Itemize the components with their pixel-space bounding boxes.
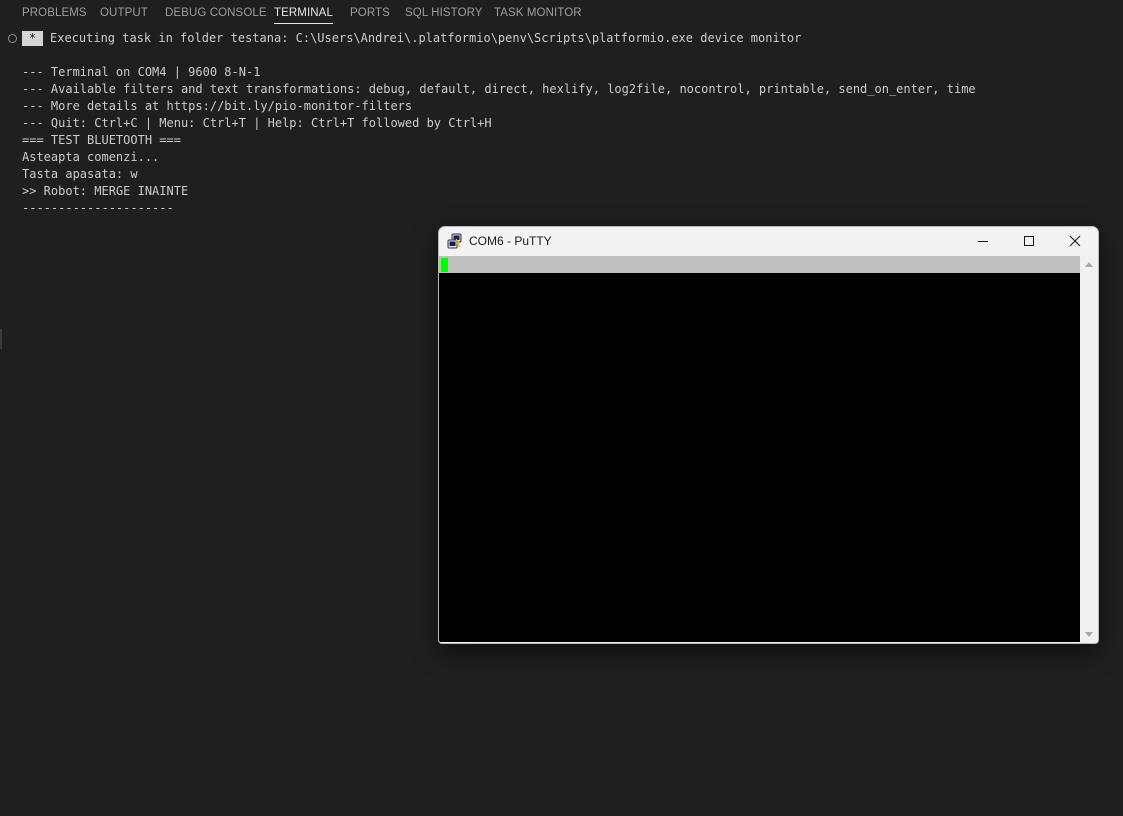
terminal-line: ---------------------	[22, 201, 174, 215]
task-exec-line: * Executing task in folder testana: C:\Us…	[22, 30, 1112, 47]
terminal-line: Asteapta comenzi...	[22, 150, 160, 164]
putty-titlebar[interactable]: COM6 - PuTTY	[439, 227, 1098, 256]
terminal-line: >> Robot: MERGE INAINTE	[22, 184, 189, 198]
scroll-down-icon[interactable]	[1085, 632, 1093, 637]
minimize-icon	[978, 241, 988, 242]
terminal-output[interactable]: * Executing task in folder testana: C:\Us…	[22, 30, 1112, 217]
task-exec-text: Executing task in folder testana: C:\Use…	[50, 31, 802, 45]
task-badge: *	[22, 31, 43, 46]
sash-handle[interactable]	[0, 329, 2, 349]
tab-debug-console[interactable]: DEBUG CONSOLE	[165, 7, 267, 19]
tab-problems[interactable]: PROBLEMS	[22, 7, 87, 19]
status-line	[439, 256, 1080, 273]
minimize-button[interactable]	[960, 227, 1006, 256]
tab-output[interactable]: OUTPUT	[100, 7, 148, 19]
window-title: COM6 - PuTTY	[469, 234, 552, 248]
putty-icon	[447, 233, 462, 249]
terminal-line: === TEST BLUETOOTH ===	[22, 133, 181, 147]
panel-tab-bar: PROBLEMS OUTPUT DEBUG CONSOLE TERMINAL P…	[0, 0, 1123, 28]
tab-sql-history[interactable]: SQL HISTORY	[405, 7, 483, 19]
terminal-line: --- Terminal on COM4 | 9600 8-N-1	[22, 65, 261, 79]
putty-window[interactable]: COM6 - PuTTY	[438, 226, 1099, 644]
terminal-line: --- Quit: Ctrl+C | Menu: Ctrl+T | Help: …	[22, 116, 492, 130]
terminal-line: --- Available filters and text transform…	[22, 82, 976, 96]
putty-terminal-screen[interactable]	[439, 256, 1080, 642]
tab-terminal[interactable]: TERMINAL	[274, 7, 333, 24]
tab-task-monitor[interactable]: TASK MONITOR	[494, 7, 582, 19]
maximize-button[interactable]	[1006, 227, 1052, 256]
terminal-line: --- More details at https://bit.ly/pio-m…	[22, 99, 413, 113]
scroll-up-icon[interactable]	[1085, 262, 1093, 267]
maximize-icon	[1024, 236, 1034, 246]
task-status-circle-icon	[8, 34, 17, 43]
terminal-line: Tasta apasata: w	[22, 167, 138, 181]
tab-ports[interactable]: PORTS	[350, 7, 390, 19]
close-button[interactable]	[1052, 227, 1098, 256]
text-cursor	[441, 258, 448, 272]
vertical-scrollbar[interactable]	[1080, 256, 1097, 642]
close-icon	[1069, 235, 1081, 247]
